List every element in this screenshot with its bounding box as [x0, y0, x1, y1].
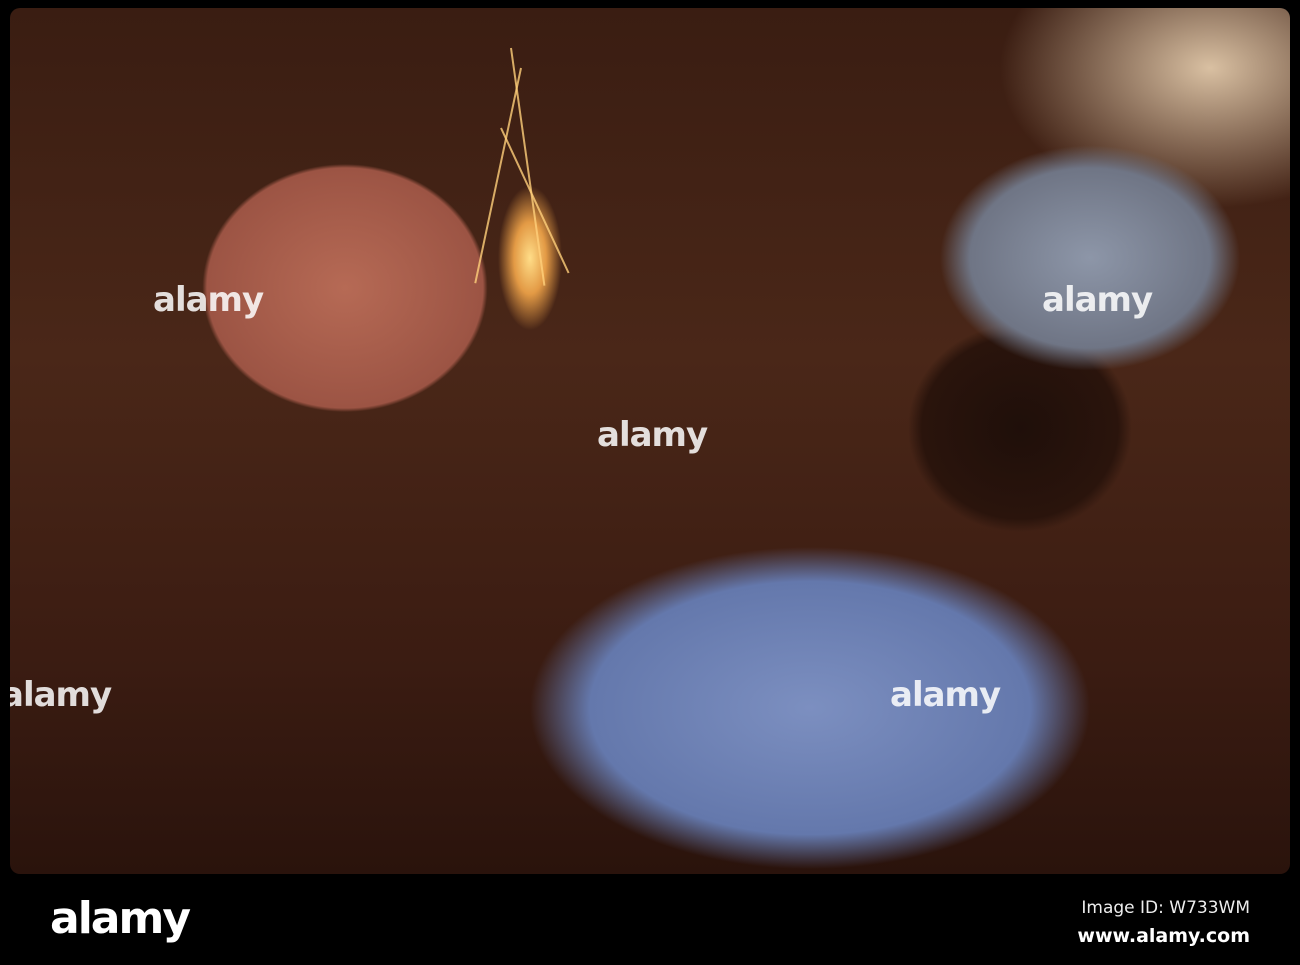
- watermark-alamy: alamy: [1042, 280, 1153, 320]
- watermark-alamy: alamy: [597, 415, 708, 455]
- image-id: Image ID: W733WM: [1081, 898, 1250, 918]
- alamy-logo: alamy: [50, 893, 191, 944]
- watermark-alamy: alamy: [890, 675, 1001, 715]
- spark: [500, 127, 570, 274]
- spark: [474, 67, 522, 284]
- watermark-alamy: alamy: [10, 675, 112, 715]
- stock-photo: alamy alamy alamy alamy alamy: [10, 8, 1290, 874]
- spark: [510, 47, 546, 286]
- watermark-alamy: alamy: [153, 280, 264, 320]
- site-url: www.alamy.com: [1077, 925, 1250, 947]
